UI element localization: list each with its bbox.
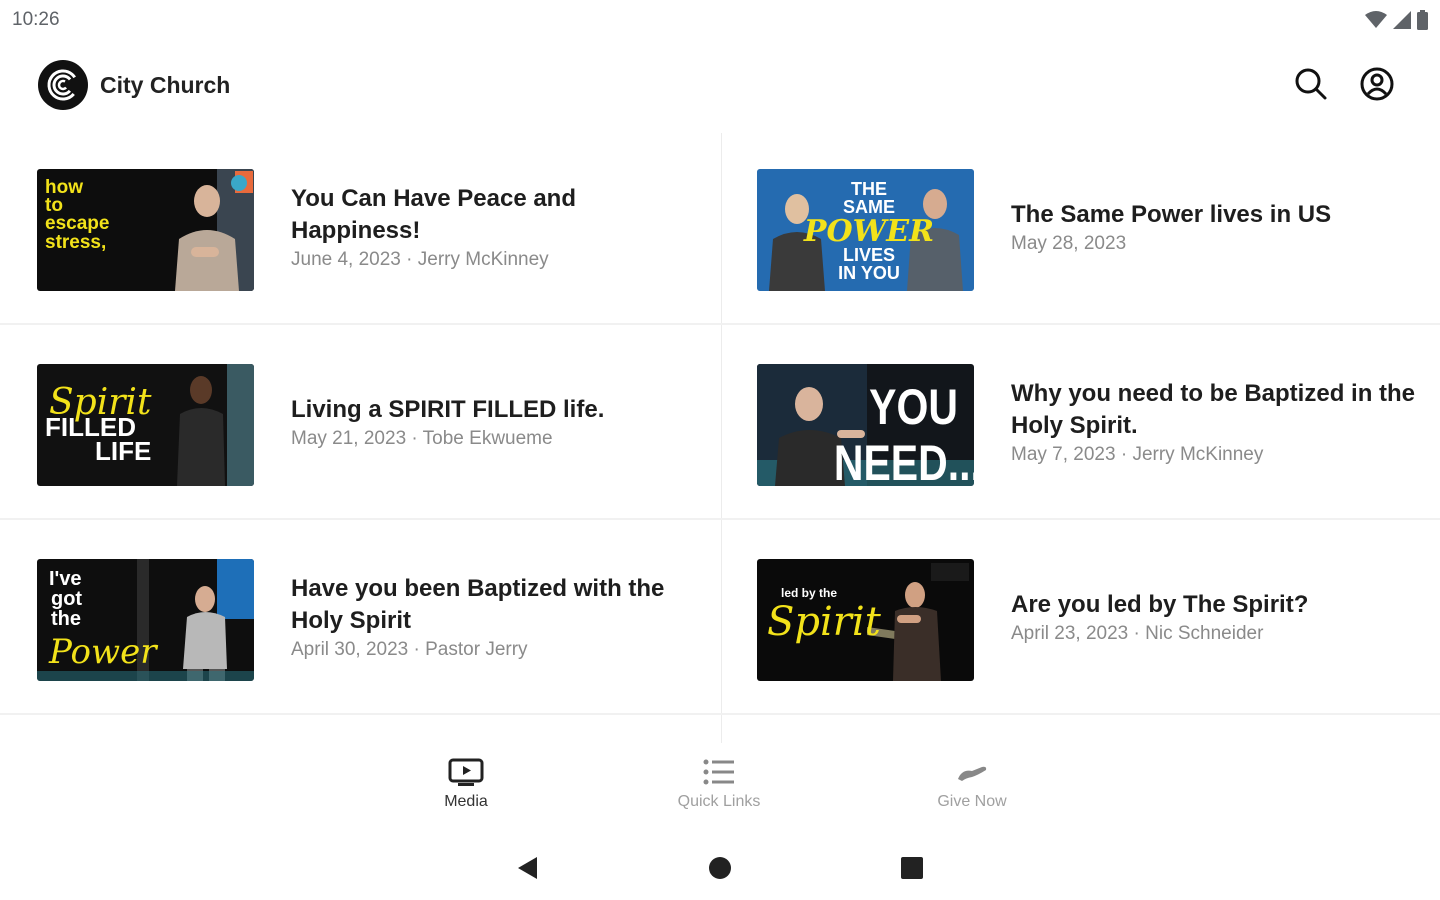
media-meta: May 7, 2023 · Jerry McKinney xyxy=(1011,443,1264,465)
media-item[interactable]: YOU NEED... Why you need to be Baptized … xyxy=(720,325,1440,520)
tab-give-now[interactable]: Give Now xyxy=(902,757,1042,821)
thumb-text: Spirit xyxy=(767,599,882,645)
thumb-text: YOU xyxy=(869,379,958,435)
thumb-text: the xyxy=(51,608,81,630)
tab-label: Quick Links xyxy=(677,793,761,810)
media-title: Living a SPIRIT FILLED life. xyxy=(291,395,605,423)
recents-button[interactable] xyxy=(896,852,928,884)
media-text: Living a SPIRIT FILLED life. May 21, 202… xyxy=(291,325,711,518)
thumb-text: escape xyxy=(45,213,109,234)
thumb-text: LIFE xyxy=(95,436,151,466)
battery-icon xyxy=(1417,10,1428,30)
list-icon xyxy=(703,759,734,785)
thumb-text: stress, xyxy=(45,232,106,253)
system-navigation-bar xyxy=(0,835,1440,900)
thumb-text: I've xyxy=(49,568,82,590)
media-meta: May 28, 2023 xyxy=(1011,232,1127,254)
thumb-text: led by the xyxy=(781,586,837,600)
media-item[interactable]: how to escape stress, You Can Have Peace… xyxy=(0,130,720,325)
media-meta: April 23, 2023 · Nic Schneider xyxy=(1011,622,1264,644)
back-button[interactable] xyxy=(512,852,544,884)
app-name: City Church xyxy=(100,72,231,98)
tab-media[interactable]: Media xyxy=(396,757,536,821)
app-header: City Church xyxy=(0,52,1440,120)
thumb-text: IN YOU xyxy=(838,263,900,283)
media-title: Are you led by The Spirit? xyxy=(1011,590,1309,618)
media-list: how to escape stress, You Can Have Peace… xyxy=(0,130,1440,744)
thumb-text: Power xyxy=(48,632,158,672)
media-item[interactable]: I've got the Power Have you been Baptize… xyxy=(0,520,720,715)
media-meta: April 30, 2023 · Pastor Jerry xyxy=(291,638,528,660)
media-title: Have you been Baptized with the Holy Spi… xyxy=(291,574,665,634)
media-title: You Can Have Peace and Happiness! xyxy=(291,184,576,244)
media-text: The Same Power lives in US May 28, 2023 xyxy=(1011,130,1431,323)
city-church-logo-icon[interactable] xyxy=(38,60,88,110)
status-time: 10:26 xyxy=(12,9,60,30)
bottom-navigation: Media Quick Links Give Now xyxy=(0,745,1440,827)
media-item[interactable]: THE SAME POWER LIVES IN YOU The Same Pow… xyxy=(720,130,1440,325)
search-button[interactable] xyxy=(1291,64,1331,104)
media-title: Why you need to be Baptized in the Holy … xyxy=(1011,379,1416,439)
status-bar: 10:26 xyxy=(0,0,1440,40)
media-thumbnail: THE SAME POWER LIVES IN YOU xyxy=(757,169,974,291)
media-text: You Can Have Peace and Happiness! June 4… xyxy=(291,130,711,323)
back-icon xyxy=(518,857,537,879)
media-thumbnail: I've got the Power xyxy=(37,559,254,681)
thumb-text: LIVES xyxy=(843,245,895,265)
media-thumbnail: led by the Spirit xyxy=(757,559,974,681)
media-text: Have you been Baptized with the Holy Spi… xyxy=(291,520,711,713)
media-item[interactable]: Spirit FILLED LIFE Living a SPIRIT FILLE… xyxy=(0,325,720,520)
thumb-text: THE xyxy=(851,179,887,199)
recents-icon xyxy=(901,857,923,879)
status-icons xyxy=(1365,10,1428,30)
media-thumbnail: YOU NEED... xyxy=(757,364,974,486)
thumb-text: NEED... xyxy=(834,435,974,486)
account-icon xyxy=(1360,67,1394,101)
thumb-text: got xyxy=(51,588,82,610)
media-title: The Same Power lives in US xyxy=(1011,200,1332,228)
tab-label: Give Now xyxy=(937,793,1007,810)
thumb-text: POWER xyxy=(803,214,934,249)
media-meta: June 4, 2023 · Jerry McKinney xyxy=(291,248,549,270)
media-text: Are you led by The Spirit? April 23, 202… xyxy=(1011,520,1431,713)
media-thumbnail: how to escape stress, xyxy=(37,169,254,291)
home-button[interactable] xyxy=(704,852,736,884)
media-tv-icon xyxy=(448,758,484,786)
media-text: Why you need to be Baptized in the Holy … xyxy=(1011,325,1431,518)
media-meta: May 21, 2023 · Tobe Ekwueme xyxy=(291,427,553,449)
media-item[interactable]: led by the Spirit Are you led by The Spi… xyxy=(720,520,1440,715)
search-icon xyxy=(1295,68,1327,100)
give-hand-icon xyxy=(958,766,987,781)
tab-quick-links[interactable]: Quick Links xyxy=(649,757,789,821)
media-thumbnail: Spirit FILLED LIFE xyxy=(37,364,254,486)
tab-label: Media xyxy=(444,793,488,810)
wifi-icon xyxy=(1365,11,1387,28)
home-icon xyxy=(709,857,731,879)
cellular-signal-icon xyxy=(1393,11,1411,29)
account-button[interactable] xyxy=(1357,64,1397,104)
